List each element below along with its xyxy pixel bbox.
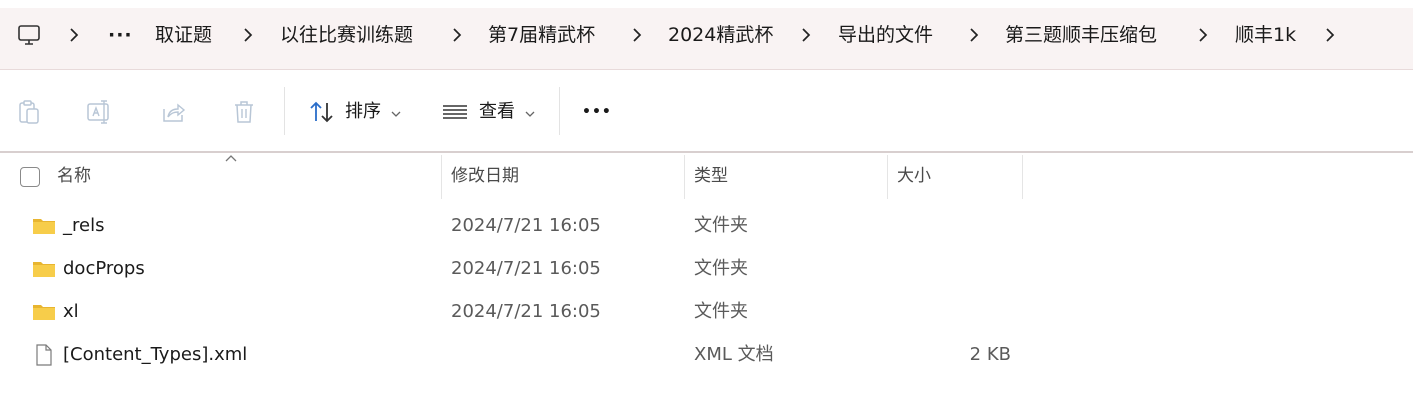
file-type: 文件夹 (694, 301, 748, 322)
column-header-row: 名称 修改日期 类型 大小 (0, 155, 1413, 199)
address-bar: ··· 取证题 以往比赛训练题 第7届精武杯 2024精武杯 导出的文件 第三题… (0, 0, 1413, 70)
sort-label: 排序 (345, 101, 381, 122)
chevron-right-icon[interactable] (967, 23, 981, 47)
file-type: XML 文档 (694, 344, 774, 365)
column-header-name[interactable]: 名称 (57, 163, 91, 189)
file-date: 2024/7/21 16:05 (451, 258, 601, 279)
document-icon (32, 343, 56, 367)
file-type: 文件夹 (694, 215, 748, 236)
chevron-down-icon (524, 105, 536, 117)
file-name: _rels (63, 215, 105, 236)
more-options-icon: ••• (582, 104, 612, 120)
file-size: 2 KB (969, 344, 1011, 365)
select-all-checkbox[interactable] (20, 167, 40, 187)
file-row[interactable]: xl 2024/7/21 16:05 文件夹 (0, 291, 1413, 334)
chevron-right-icon[interactable] (799, 23, 813, 47)
file-row[interactable]: [Content_Types].xml XML 文档 2 KB (0, 334, 1413, 377)
chevron-right-icon[interactable] (1323, 23, 1337, 47)
more-options-button[interactable]: ••• (580, 97, 614, 127)
sort-button[interactable]: 排序 (305, 91, 405, 133)
file-type: 文件夹 (694, 258, 748, 279)
file-date: 2024/7/21 16:05 (451, 215, 601, 236)
breadcrumb-item[interactable]: 取证题 (155, 20, 212, 50)
title-strip (0, 0, 1413, 8)
folder-icon (32, 257, 56, 281)
list-view-icon (440, 97, 470, 127)
folder-icon (32, 300, 56, 324)
breadcrumb-item[interactable]: 导出的文件 (838, 20, 933, 50)
breadcrumb-overflow[interactable]: ··· (108, 20, 133, 50)
paste-icon[interactable] (14, 97, 44, 127)
chevron-right-icon[interactable] (67, 23, 81, 47)
column-resize-handle[interactable] (887, 155, 888, 199)
command-bar: 排序 查看 ••• (0, 71, 1413, 153)
file-row[interactable]: docProps 2024/7/21 16:05 文件夹 (0, 248, 1413, 291)
toolbar-divider (559, 87, 560, 135)
column-header-size[interactable]: 大小 (897, 163, 931, 189)
sort-ascending-icon (225, 155, 237, 162)
breadcrumb-item[interactable]: 2024精武杯 (668, 20, 773, 50)
breadcrumb-item[interactable]: 第三题顺丰压缩包 (1005, 20, 1157, 50)
column-header-date[interactable]: 修改日期 (451, 163, 519, 189)
delete-icon[interactable] (229, 97, 259, 127)
file-date: 2024/7/21 16:05 (451, 301, 601, 322)
view-label: 查看 (479, 101, 515, 122)
file-name: xl (63, 301, 79, 322)
chevron-right-icon[interactable] (630, 23, 644, 47)
breadcrumb-item-current[interactable]: 顺丰1k (1235, 20, 1296, 50)
breadcrumb-item[interactable]: 第7届精武杯 (488, 20, 595, 50)
file-name: [Content_Types].xml (63, 344, 248, 365)
chevron-right-icon[interactable] (450, 23, 464, 47)
toolbar-divider (284, 87, 285, 135)
sort-arrows-icon (307, 97, 337, 127)
rename-icon[interactable] (84, 97, 114, 127)
breadcrumb-item[interactable]: 以往比赛训练题 (280, 20, 413, 50)
chevron-down-icon (390, 105, 402, 117)
this-pc-icon[interactable] (17, 23, 41, 47)
column-resize-handle[interactable] (684, 155, 685, 199)
file-row[interactable]: _rels 2024/7/21 16:05 文件夹 (0, 205, 1413, 248)
column-resize-handle[interactable] (441, 155, 442, 199)
folder-icon (32, 214, 56, 238)
chevron-right-icon[interactable] (241, 23, 255, 47)
share-icon[interactable] (158, 97, 188, 127)
view-button[interactable]: 查看 (440, 91, 540, 133)
file-name: docProps (63, 258, 145, 279)
column-resize-handle[interactable] (1022, 155, 1023, 199)
chevron-right-icon[interactable] (1196, 23, 1210, 47)
column-header-type[interactable]: 类型 (694, 163, 728, 189)
